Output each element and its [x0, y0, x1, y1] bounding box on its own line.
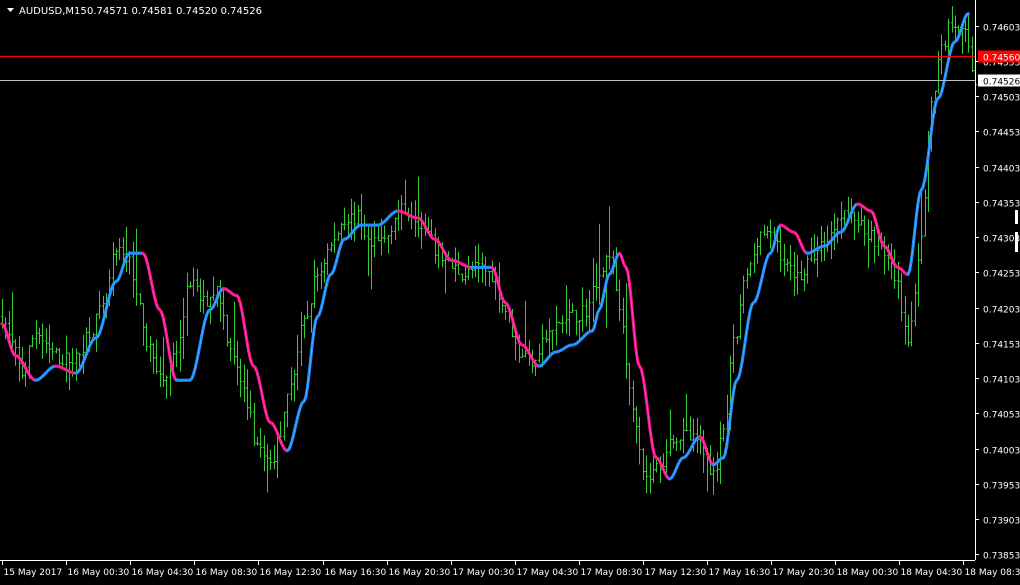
time-tick-label: 18 May 08:30	[965, 568, 1020, 578]
price-tick-label: 0.74103	[983, 376, 1020, 386]
chart-header: AUDUSD,M15 0.74571 0.74581 0.74520 0.745…	[7, 6, 262, 17]
bid-price-label: 0.74526	[983, 78, 1020, 88]
price-tick-label: 0.74403	[983, 165, 1020, 175]
price-tick-label: 0.73903	[983, 517, 1020, 527]
price-tick-label: 0.74303	[983, 235, 1020, 245]
time-tick-label: 16 May 00:30	[68, 568, 130, 578]
time-tick-label: 16 May 20:30	[389, 568, 451, 578]
price-tick-label: 0.74453	[983, 129, 1020, 139]
price-tick-label: 0.74003	[983, 447, 1020, 457]
price-tick-label: 0.74053	[983, 411, 1020, 421]
price-tick-label: 0.73953	[983, 482, 1020, 492]
time-tick-label: 16 May 04:30	[132, 568, 194, 578]
price-tick-label: 0.74353	[983, 200, 1020, 210]
time-tick-label: 16 May 12:30	[260, 568, 322, 578]
time-tick-label: 17 May 20:30	[773, 568, 835, 578]
time-tick-label: 17 May 08:30	[581, 568, 643, 578]
chart[interactable]: 0.746030.745530.745030.744530.744030.743…	[0, 0, 1020, 581]
ohlc-values: 0.74571 0.74581 0.74520 0.74526	[87, 6, 262, 17]
time-tick-label: 17 May 16:30	[709, 568, 771, 578]
axis-marker	[1015, 210, 1018, 224]
axis-marker	[1015, 240, 1018, 252]
chart-canvas[interactable]: 0.746030.745530.745030.744530.744030.743…	[0, 0, 1020, 581]
time-tick-label: 17 May 00:30	[453, 568, 515, 578]
price-tick-label: 0.73853	[983, 552, 1020, 562]
time-tick-label: 16 May 08:30	[196, 568, 258, 578]
time-tick-label: 16 May 16:30	[325, 568, 387, 578]
time-tick-label: 17 May 12:30	[645, 568, 707, 578]
price-tick-label: 0.74153	[983, 341, 1020, 351]
price-tick-label: 0.74203	[983, 306, 1020, 316]
time-tick-label: 18 May 00:30	[837, 568, 899, 578]
price-tick-label: 0.74503	[983, 94, 1020, 104]
time-tick-label: 18 May 04:30	[901, 568, 963, 578]
time-tick-label: 15 May 2017	[4, 568, 63, 578]
symbol-timeframe: AUDUSD,M15	[19, 6, 87, 17]
alert-price-label: 0.74560	[983, 54, 1020, 64]
time-tick-label: 17 May 04:30	[517, 568, 579, 578]
price-tick-label: 0.74253	[983, 270, 1020, 280]
price-tick-label: 0.74603	[983, 24, 1020, 34]
